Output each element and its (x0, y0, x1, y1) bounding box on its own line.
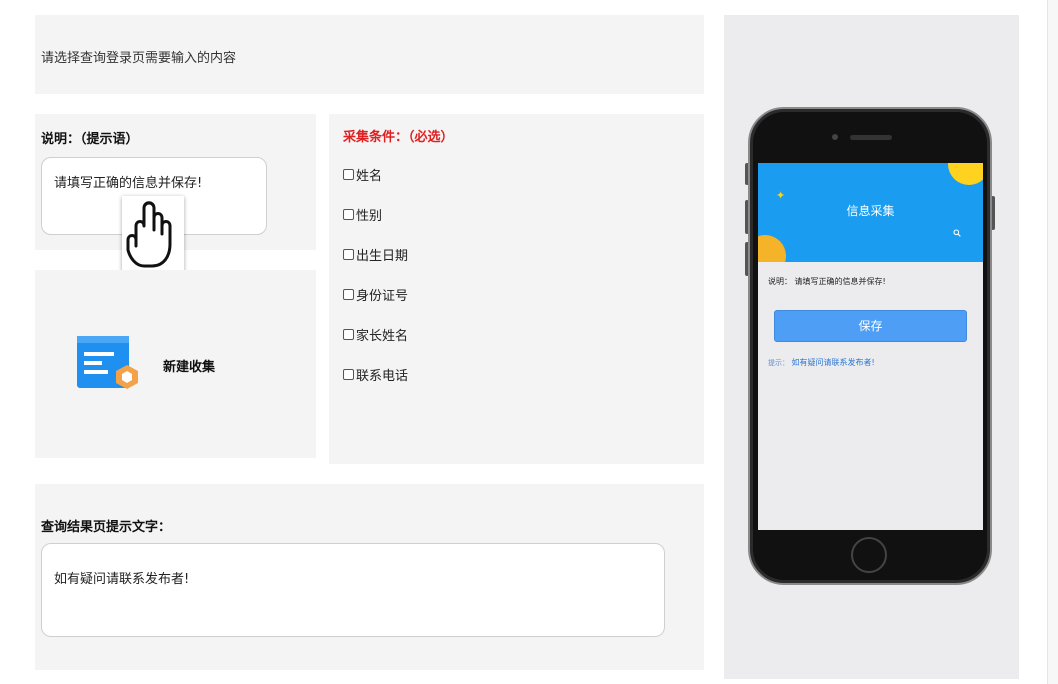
checkbox-box[interactable] (343, 369, 354, 380)
checkbox-label: 姓名 (356, 169, 383, 184)
phone-camera (832, 134, 838, 140)
collect-conditions-title: 采集条件：（必选） (343, 130, 454, 145)
checkbox-label: 家长姓名 (356, 329, 409, 344)
description-label: 说明：（提示语） (41, 132, 139, 147)
page-scrollbar[interactable] (1047, 0, 1058, 684)
checkbox-box[interactable] (343, 169, 354, 180)
checkbox-phone[interactable]: 联系电话 (343, 365, 408, 384)
checkbox-id-number[interactable]: 身份证号 (343, 285, 408, 304)
circle-decoration-icon (758, 235, 786, 262)
result-page-panel: 查询结果页提示文字： 如有疑问请联系发布者! (35, 484, 704, 670)
phone-hint-text: 如有疑问请联系发布者! (791, 358, 875, 367)
checkbox-birthdate[interactable]: 出生日期 (343, 245, 408, 264)
result-page-label: 查询结果页提示文字： (41, 520, 172, 535)
checkbox-box[interactable] (343, 209, 354, 220)
query-login-prompt: 请选择查询登录页需要输入的内容 (41, 51, 237, 66)
phone-save-button[interactable]: 保存 (774, 310, 967, 342)
checkbox-label: 联系电话 (356, 369, 409, 384)
checkbox-name[interactable]: 姓名 (343, 165, 382, 184)
checkbox-label: 身份证号 (356, 289, 409, 304)
phone-hint-label: 提示： (768, 359, 789, 367)
checkbox-box[interactable] (343, 329, 354, 340)
phone-screen: ✦ 信息采集 说明： 请填写正确的信息并保存! 保存 提示： 如有疑问请联系发布… (758, 163, 983, 530)
checkbox-box[interactable] (343, 289, 354, 300)
phone-banner-title: 信息采集 (846, 204, 895, 218)
phone-banner: ✦ 信息采集 (758, 163, 983, 262)
phone-speaker (850, 135, 892, 140)
result-page-textarea[interactable]: 如有疑问请联系发布者! (41, 543, 665, 637)
query-login-panel: 请选择查询登录页需要输入的内容 (35, 15, 704, 94)
search-icon (953, 229, 961, 240)
collect-conditions-panel: 采集条件：（必选） 姓名 性别 出生日期 身份证号 家长姓名 联系电话 (329, 114, 704, 464)
new-collection-panel[interactable]: 新建收集 (35, 270, 316, 458)
form-add-icon (77, 336, 138, 389)
phone-description: 说明： 请填写正确的信息并保存! (768, 277, 886, 286)
checkbox-label: 出生日期 (356, 249, 409, 264)
sun-decoration-icon (948, 163, 983, 185)
checkbox-label: 性别 (356, 209, 383, 224)
checkbox-parent-name[interactable]: 家长姓名 (343, 325, 408, 344)
new-collection-label: 新建收集 (163, 360, 216, 375)
star-icon: ✦ (776, 189, 786, 202)
checkbox-box[interactable] (343, 249, 354, 260)
phone-home-button (851, 537, 887, 573)
phone-hint: 提示： 如有疑问请联系发布者! (768, 357, 875, 368)
hand-pointer-icon (122, 196, 184, 274)
checkbox-gender[interactable]: 性别 (343, 205, 382, 224)
